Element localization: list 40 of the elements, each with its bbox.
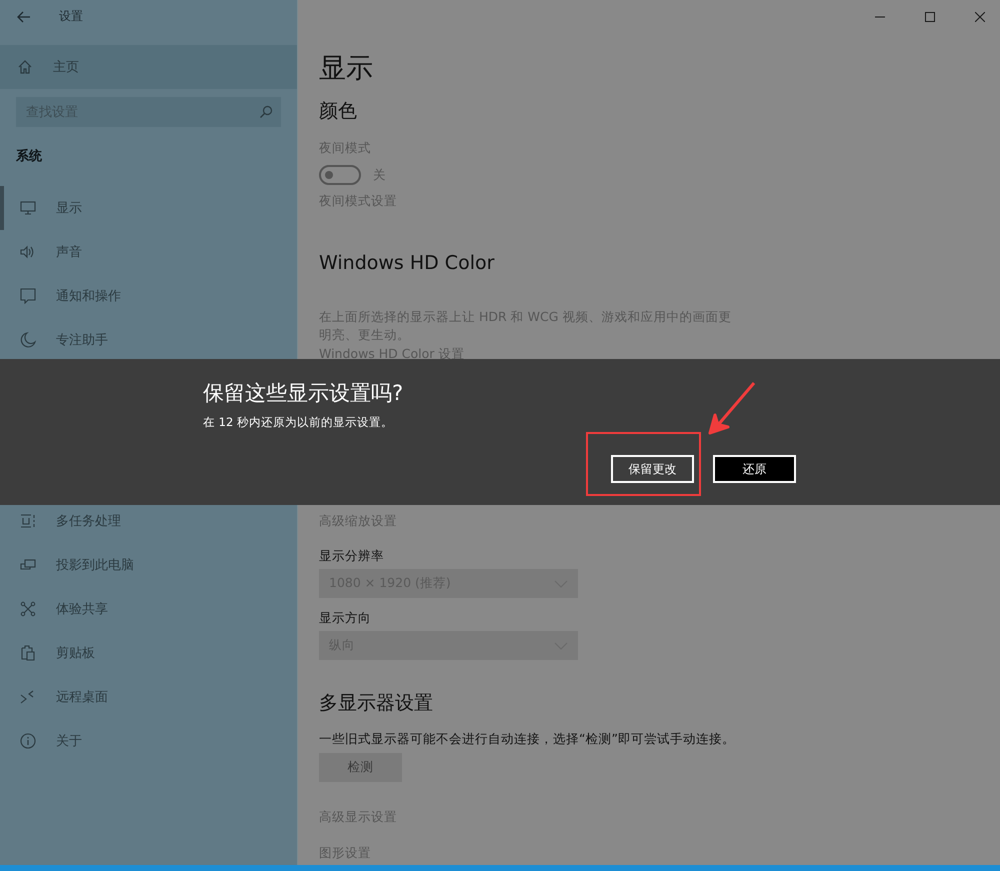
home-nav-item[interactable]: 主页 xyxy=(0,45,297,89)
toggle-switch[interactable] xyxy=(319,165,361,185)
sidebar-item[interactable]: 体验共享 xyxy=(0,587,297,631)
sidebar-item[interactable]: 剪贴板 xyxy=(0,631,297,675)
share-icon xyxy=(20,601,36,617)
moon-icon xyxy=(20,332,36,348)
description-text: 一些旧式显示器可能不会进行自动连接，选择“检测”即可尝试手动连接。 xyxy=(319,731,735,748)
maximize-icon[interactable] xyxy=(925,12,935,22)
detect-button[interactable]: 检测 xyxy=(319,753,402,782)
message-icon xyxy=(20,288,36,304)
revert-button[interactable]: 还原 xyxy=(713,455,796,483)
search-icon xyxy=(259,105,273,119)
sidebar-item[interactable]: 远程桌面 xyxy=(0,675,297,719)
sidebar-item[interactable]: 通知和操作 xyxy=(0,274,297,318)
setting-label: 显示方向 xyxy=(319,610,371,627)
back-icon[interactable] xyxy=(17,10,31,22)
info-icon xyxy=(20,733,36,749)
sidebar-item[interactable]: 声音 xyxy=(0,230,297,274)
sidebar-item[interactable]: 投影到此电脑 xyxy=(0,543,297,587)
speaker-icon xyxy=(20,244,36,260)
monitor-icon xyxy=(20,200,36,216)
annotation-arrow xyxy=(708,381,756,435)
sidebar-item[interactable]: 关于 xyxy=(0,719,297,763)
home-icon xyxy=(17,59,33,75)
setting-label: 显示分辨率 xyxy=(319,548,384,565)
window-title: 设置 xyxy=(59,8,83,25)
section-heading: 系统 xyxy=(16,148,43,165)
dialog-title: 保留这些显示设置吗? xyxy=(203,380,404,407)
close-icon[interactable] xyxy=(975,12,985,22)
remote-icon xyxy=(20,689,36,705)
section-heading: 颜色 xyxy=(319,99,357,124)
section-heading: Windows HD Color xyxy=(319,252,494,274)
multitask-icon xyxy=(20,513,36,529)
keep-changes-button[interactable]: 保留更改 xyxy=(611,455,694,483)
sidebar-item[interactable]: 多任务处理 xyxy=(0,499,297,543)
section-heading: 多显示器设置 xyxy=(319,691,433,716)
dialog-message: 在 12 秒内还原为以前的显示设置。 xyxy=(203,415,393,430)
clipboard-icon xyxy=(20,645,36,661)
sidebar-item[interactable]: 专注助手 xyxy=(0,318,297,362)
page-title: 显示 xyxy=(319,52,373,86)
